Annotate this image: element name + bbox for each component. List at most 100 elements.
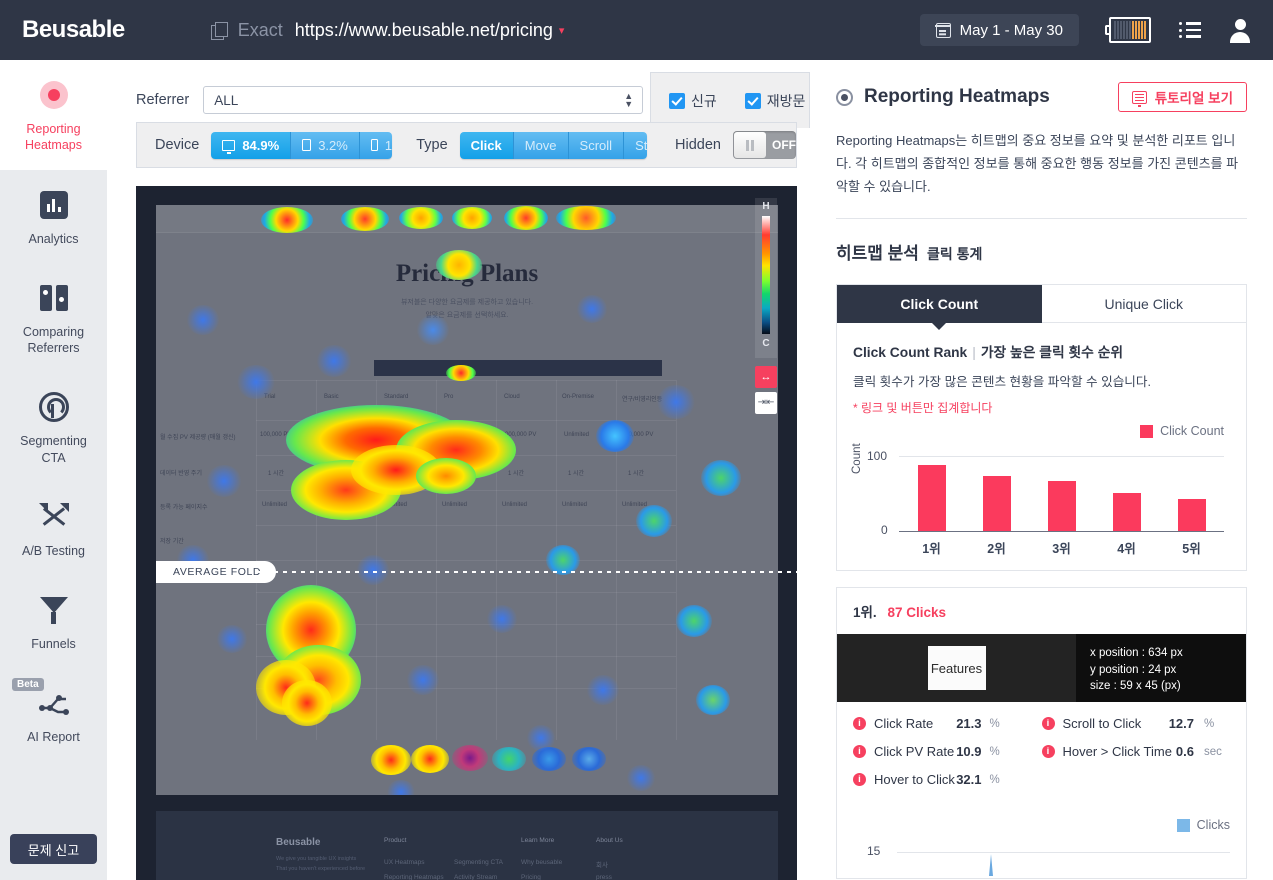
report-title-wrap: Reporting Heatmaps	[836, 86, 1050, 108]
x-tick-1: 1위	[922, 542, 941, 557]
ab-arrows-icon	[6, 500, 101, 534]
monitor-icon	[222, 139, 236, 154]
referrer-value: ALL	[214, 92, 239, 108]
ring-target-icon	[836, 88, 853, 106]
info-icon[interactable]: i	[1041, 745, 1055, 759]
list-icon[interactable]	[1179, 21, 1201, 39]
metric-click-pv-rate: i Click PV Rate 10.9 %	[853, 744, 1042, 759]
sidebar-item-ab-testing[interactable]: A/B Testing	[0, 482, 107, 575]
page-url[interactable]: https://www.beusable.net/pricing	[295, 20, 553, 41]
date-range-label: May 1 - May 30	[959, 21, 1063, 39]
type-scroll-button[interactable]: Scroll	[568, 131, 625, 159]
collapse-icon[interactable]: ⇥⇤	[755, 392, 777, 414]
element-thumbnail: Features	[927, 646, 986, 691]
sidebar-item-analytics[interactable]: Analytics	[0, 170, 107, 263]
hidden-toggle[interactable]: OFF	[733, 131, 796, 159]
toggle-knob	[734, 132, 766, 158]
info-icon[interactable]: i	[853, 717, 866, 731]
url-bar[interactable]: Exact https://www.beusable.net/pricing ▾	[210, 19, 565, 41]
element-size: size : 59 x 45 (px)	[1090, 679, 1181, 692]
clicks-gridline	[897, 852, 1230, 854]
copy-icon[interactable]	[210, 21, 228, 40]
type-stream-button[interactable]: Stream	[624, 131, 648, 159]
target-icon	[6, 78, 101, 112]
metric-hover-to-click: i Hover to Click 32.1 %	[853, 772, 1042, 787]
y-tick-100: 100	[867, 449, 888, 464]
checkbox-label: 신규	[691, 92, 717, 109]
bar-rank-5[interactable]	[1177, 498, 1206, 531]
scale-cold-label: C	[762, 338, 770, 349]
sidebar-item-label: Reporting Heatmaps	[25, 122, 82, 153]
sidebar-item-label: Funnels	[31, 637, 76, 651]
referrer-row: Referrer ALL ▲ ▼ 신규 재방문	[136, 72, 810, 128]
checkbox-icon	[669, 92, 685, 109]
tutorial-icon	[1131, 90, 1147, 107]
sidebar-item-label: Comparing Referrers	[22, 324, 85, 355]
x-tick-2: 2위	[987, 542, 1006, 557]
battery-icon[interactable]	[1105, 17, 1151, 43]
chart-legend: Click Count	[1140, 424, 1224, 438]
sidebar-item-comparing-referrers[interactable]: Comparing Referrers	[0, 263, 107, 373]
horizontal-resize-icon[interactable]: ↔	[755, 366, 777, 388]
device-desktop-value: 84.9%	[242, 137, 280, 153]
bar-rank-3[interactable]	[1047, 480, 1076, 531]
calendar-icon	[934, 22, 951, 38]
clicks-y-tick: 15	[867, 844, 881, 859]
sidebar-item-segmenting-cta[interactable]: Segmenting CTA	[0, 372, 107, 482]
rank-detail-rank: 1위.	[853, 605, 877, 621]
bar-rank-2[interactable]	[982, 476, 1011, 531]
toggle-state-label: OFF	[772, 138, 796, 152]
rank-detail-header: 1위. 87 Clicks	[837, 588, 1246, 634]
type-click-button[interactable]: Click	[459, 131, 514, 159]
device-mobile-button[interactable]: 11.9%	[359, 131, 393, 159]
referrer-select[interactable]: ALL ▲ ▼	[203, 86, 644, 114]
x-axis	[899, 530, 1224, 533]
sidebar-item-reporting-heatmaps[interactable]: Reporting Heatmaps	[0, 60, 107, 170]
heatmap-viewport[interactable]: Pricing Plans 뷰저블은 다양한 요금제를 제공하고 있습니다. 알맞…	[136, 186, 797, 880]
sidebar-item-ai-report[interactable]: Beta AI Report	[0, 668, 107, 761]
type-move-button[interactable]: Move	[513, 131, 569, 159]
click-count-bar-chart: Click Count 100 0 Count 1위 2위 3위 4위 5위	[851, 424, 1230, 557]
chart-bars	[899, 456, 1224, 531]
device-segment-group: 84.9% 3.2% 11.9%	[211, 131, 393, 159]
heatmap-page-render: Pricing Plans 뷰저블은 다양한 요금제를 제공하고 있습니다. 알맞…	[156, 205, 778, 795]
bar-rank-4[interactable]	[1112, 492, 1141, 531]
exact-label: Exact	[237, 19, 283, 40]
cta-pointer-icon	[6, 390, 101, 424]
rank-note: * 링크 및 버튼만 집계합니다	[853, 401, 993, 416]
date-range-picker[interactable]: May 1 - May 30	[919, 14, 1079, 46]
legend-label: Click Count	[1160, 424, 1224, 439]
phone-icon	[370, 139, 378, 151]
info-icon[interactable]: i	[853, 773, 866, 787]
checkbox-new-visitor[interactable]: 신규	[669, 91, 717, 111]
chevron-down-icon[interactable]: ▾	[559, 24, 565, 37]
bar-rank-1[interactable]	[917, 464, 946, 531]
user-icon[interactable]	[1229, 18, 1251, 43]
checkbox-returning-visitor[interactable]: 재방문	[744, 91, 806, 111]
heatmap-footer-render: Beusable We give you tangible UX insight…	[156, 811, 778, 880]
type-label: Type	[416, 137, 448, 153]
tablet-icon	[302, 139, 312, 151]
view-tutorial-button[interactable]: 튜토리얼 보기	[1117, 82, 1247, 112]
legend-swatch	[1140, 424, 1154, 438]
hidden-label: Hidden	[675, 137, 721, 153]
checkbox-label: 재방문	[766, 92, 806, 109]
app-logo[interactable]: Beusable	[22, 16, 125, 44]
tab-unique-click[interactable]: Unique Click	[1041, 285, 1246, 324]
bar-chart-icon	[6, 188, 101, 222]
metric-scroll-to-click: i Scroll to Click 12.7 %	[1041, 716, 1231, 731]
sidebar-item-funnels[interactable]: Funnels	[0, 575, 107, 668]
page-nav-bar	[156, 205, 778, 233]
tab-click-count[interactable]: Click Count	[837, 285, 1042, 331]
info-icon[interactable]: i	[853, 745, 866, 759]
device-desktop-button[interactable]: 84.9%	[211, 131, 292, 159]
report-issue-button[interactable]: 문제 신고	[10, 834, 97, 864]
filter-bar: Referrer ALL ▲ ▼ 신규 재방문 Device 84.9% 3.2…	[136, 72, 810, 168]
section-title: 히트맵 분석 클릭 통계	[836, 244, 983, 264]
info-icon[interactable]: i	[1041, 717, 1055, 731]
device-tablet-button[interactable]: 3.2%	[291, 131, 360, 159]
sidebar-item-label: AI Report	[27, 730, 80, 745]
y-axis-label: Count	[851, 443, 863, 475]
pricing-table-render: Trial Basic Standard Pro Cloud On-Premis…	[160, 380, 677, 740]
metrics-grid: i Click Rate 21.3 % i Scroll to Click 12…	[837, 702, 1246, 816]
